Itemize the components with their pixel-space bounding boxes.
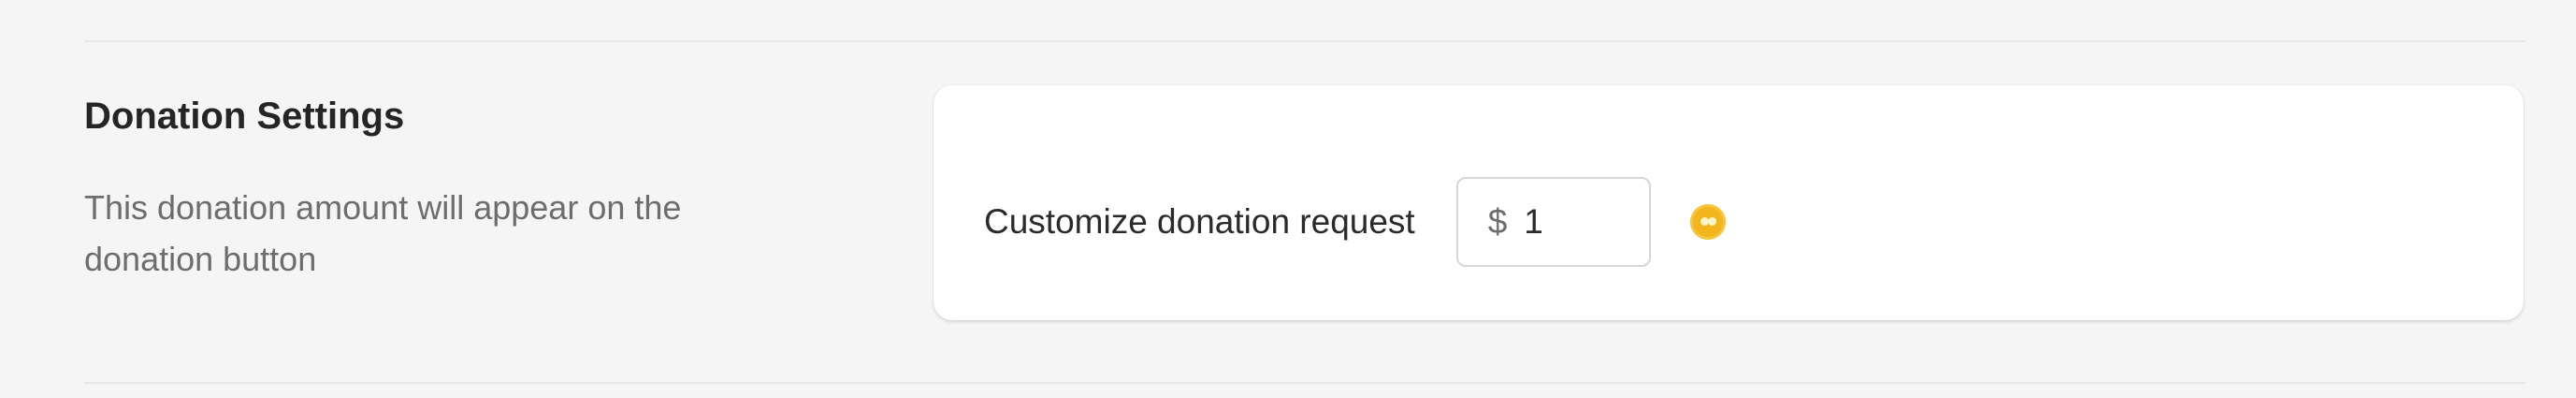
coin-icon — [1689, 204, 1726, 240]
donation-request-label: Customize donation request — [984, 202, 1415, 241]
bottom-divider — [84, 382, 2525, 384]
section-description: This donation amount will appear on the … — [84, 188, 682, 278]
donation-settings-card: Customize donation request $ — [933, 85, 2524, 320]
section-title: Donation Settings — [84, 96, 405, 137]
donation-request-row: Customize donation request $ — [984, 177, 1726, 267]
currency-symbol: $ — [1487, 202, 1508, 241]
donation-amount-field[interactable]: $ — [1455, 177, 1651, 267]
donation-settings-page: Donation Settings This donation amount w… — [0, 0, 2576, 398]
top-divider — [84, 40, 2525, 42]
section-header: Donation Settings This donation amount w… — [84, 90, 832, 285]
donation-amount-input[interactable] — [1524, 202, 1618, 242]
